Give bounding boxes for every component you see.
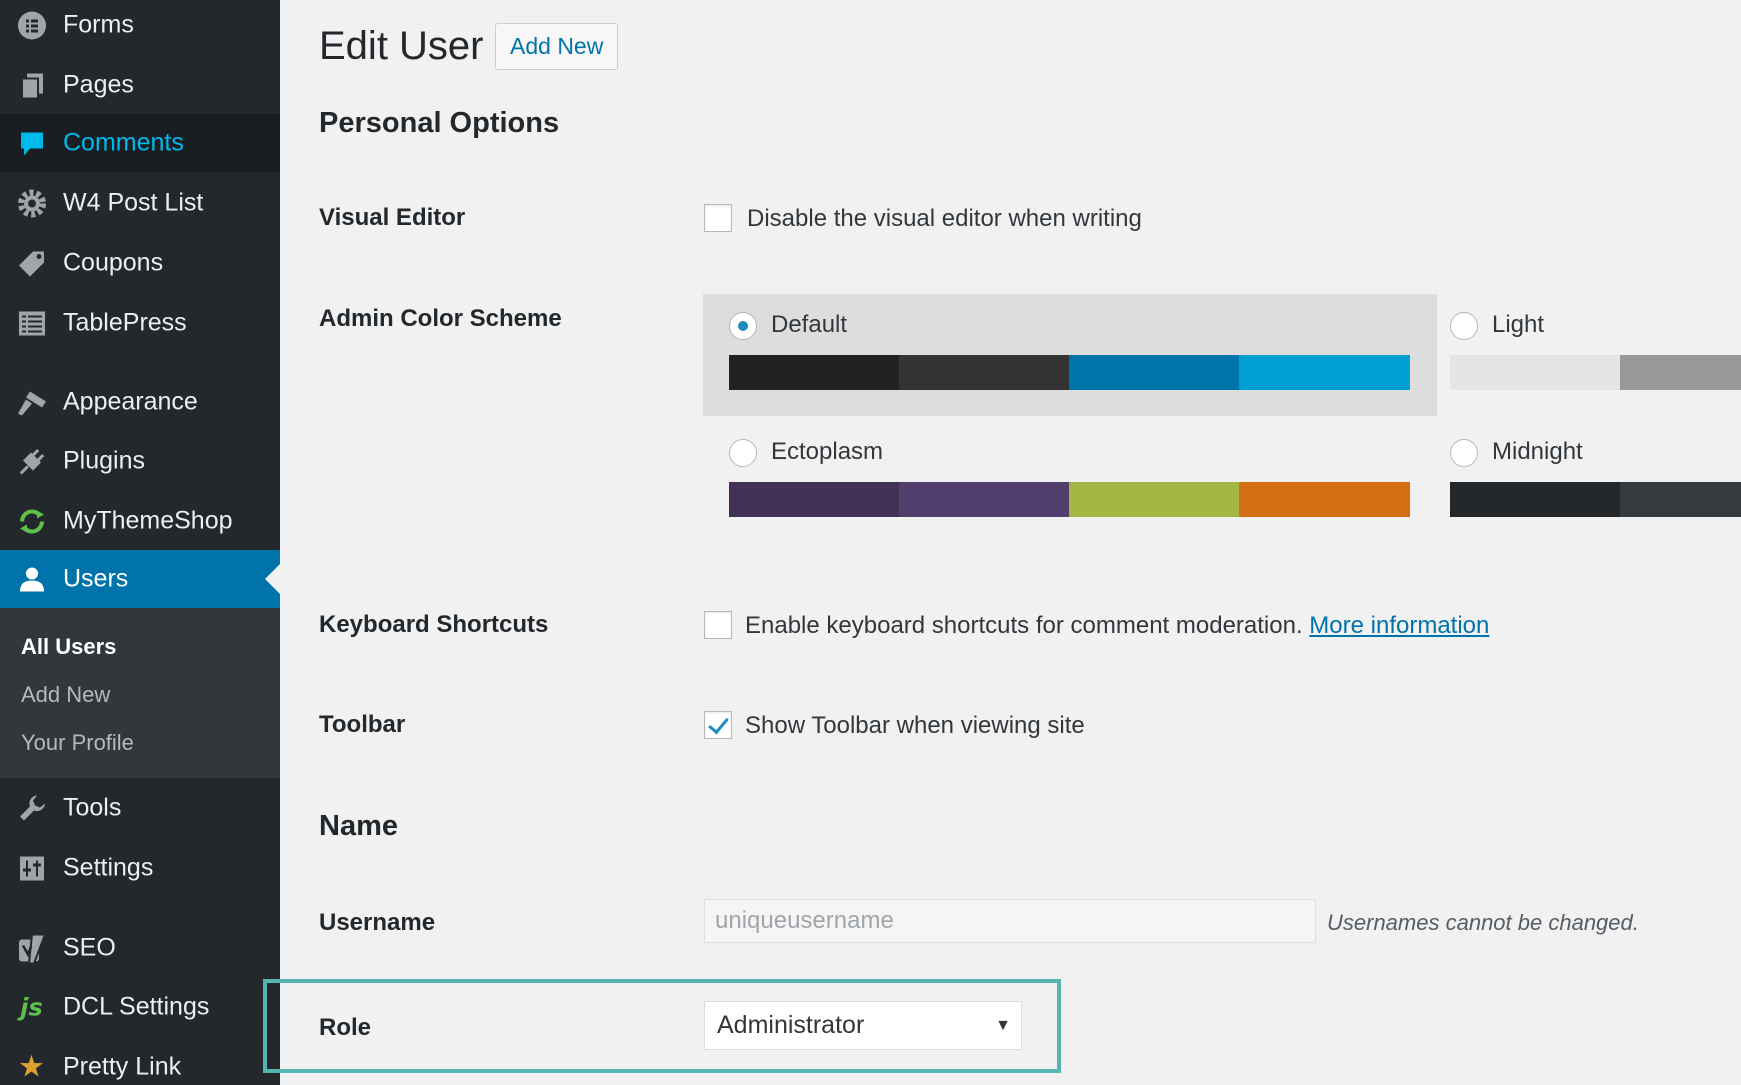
- scheme-name-midnight: Midnight: [1492, 438, 1583, 465]
- submenu-add-new[interactable]: Add New: [21, 682, 110, 708]
- visual-editor-checkbox[interactable]: [704, 204, 732, 232]
- swatch: [1450, 355, 1620, 390]
- scheme-name-ectoplasm: Ectoplasm: [771, 438, 884, 465]
- add-new-button[interactable]: Add New: [495, 23, 619, 70]
- submenu-your-profile[interactable]: Your Profile: [21, 730, 134, 756]
- keyboard-shortcuts-checkbox[interactable]: [704, 611, 732, 639]
- tag-icon: [15, 247, 48, 280]
- swatch: [1450, 482, 1620, 517]
- role-select-value: Administrator: [717, 1011, 865, 1039]
- menu-item-seo[interactable]: SEO: [0, 919, 280, 977]
- menu-item-tools[interactable]: Tools: [0, 779, 280, 837]
- swatch: [729, 355, 899, 390]
- color-scheme-light[interactable]: Light: [1447, 294, 1741, 416]
- default-scheme-swatches: [729, 355, 1410, 390]
- visual-editor-label: Visual Editor: [319, 204, 466, 231]
- username-label: Username: [319, 909, 436, 936]
- menu-item-w4-post-list[interactable]: W4 Post List: [0, 174, 280, 232]
- ectoplasm-scheme-radio[interactable]: [729, 439, 757, 467]
- swatch: [899, 355, 1069, 390]
- users-submenu: All Users Add New Your Profile: [0, 608, 280, 778]
- keyboard-shortcuts-label: Keyboard Shortcuts: [319, 611, 549, 638]
- wrench-icon: [15, 792, 48, 825]
- user-icon: [15, 563, 48, 596]
- more-information-link[interactable]: More information: [1309, 612, 1489, 639]
- swatch: [729, 482, 899, 517]
- menu-item-tablepress[interactable]: TablePress: [0, 294, 280, 352]
- default-scheme-radio[interactable]: [729, 312, 757, 340]
- username-input[interactable]: uniqueusername: [704, 899, 1316, 943]
- yoast-icon: [15, 932, 48, 965]
- toolbar-label: Toolbar: [319, 711, 406, 738]
- swatch: [1239, 355, 1410, 390]
- swatch: [1069, 355, 1239, 390]
- role-select[interactable]: Administrator ▼: [704, 1001, 1022, 1050]
- color-scheme-default[interactable]: Default: [703, 294, 1437, 416]
- page-title: Edit User: [319, 24, 484, 68]
- submenu-all-users[interactable]: All Users: [21, 634, 116, 660]
- settings-icon: [15, 852, 48, 885]
- pages-icon: [15, 69, 48, 102]
- ectoplasm-scheme-swatches: [729, 482, 1410, 517]
- menu-item-coupons[interactable]: Coupons: [0, 234, 280, 292]
- admin-sidebar: Forms Pages Comments W4 Post List Coupon…: [0, 0, 280, 1085]
- menu-item-plugins[interactable]: Plugins: [0, 432, 280, 490]
- swatch: [1620, 482, 1741, 517]
- personal-options-heading: Personal Options: [319, 107, 560, 139]
- color-scheme-midnight[interactable]: Midnight: [1447, 421, 1741, 543]
- menu-item-comments[interactable]: Comments: [0, 114, 280, 172]
- username-note: Usernames cannot be changed.: [1327, 910, 1639, 935]
- refresh-icon: [15, 505, 48, 538]
- js-icon: js: [20, 993, 43, 1021]
- menu-item-pages[interactable]: Pages: [0, 56, 280, 114]
- current-menu-arrow: [265, 564, 280, 594]
- midnight-scheme-swatches: [1450, 482, 1741, 517]
- menu-item-settings[interactable]: Settings: [0, 839, 280, 897]
- chevron-down-icon: ▼: [995, 1017, 1011, 1034]
- swatch: [899, 482, 1069, 517]
- swatch: [1069, 482, 1239, 517]
- paintbrush-icon: [15, 386, 48, 419]
- main-content: Edit User Add New Personal Options Visua…: [263, 0, 1741, 1085]
- midnight-scheme-radio[interactable]: [1450, 439, 1478, 467]
- menu-item-dcl-settings[interactable]: js DCL Settings: [0, 978, 280, 1036]
- plugin-icon: [15, 445, 48, 478]
- scheme-name-default: Default: [771, 311, 848, 338]
- swatch: [1620, 355, 1741, 390]
- keyboard-shortcuts-option-text: Enable keyboard shortcuts for comment mo…: [745, 612, 1303, 639]
- role-label: Role: [319, 1014, 372, 1041]
- scheme-name-light: Light: [1492, 311, 1545, 338]
- menu-item-mythemeshop[interactable]: MyThemeShop: [0, 492, 280, 550]
- menu-item-pretty-link[interactable]: ★ Pretty Link: [0, 1038, 280, 1085]
- toolbar-option-text: Show Toolbar when viewing site: [745, 712, 1085, 739]
- color-scheme-ectoplasm[interactable]: Ectoplasm: [703, 421, 1437, 543]
- forms-icon: [15, 9, 48, 42]
- menu-item-users[interactable]: Users: [0, 550, 280, 608]
- star-icon: ★: [18, 1050, 45, 1084]
- keyboard-shortcuts-option: Enable keyboard shortcuts for comment mo…: [745, 612, 1489, 640]
- color-scheme-label: Admin Color Scheme: [319, 305, 562, 332]
- gear-icon: [15, 187, 48, 220]
- swatch: [1239, 482, 1410, 517]
- visual-editor-option-text: Disable the visual editor when writing: [747, 205, 1142, 232]
- name-heading: Name: [319, 810, 398, 842]
- comments-icon: [15, 127, 48, 160]
- light-scheme-radio[interactable]: [1450, 312, 1478, 340]
- toolbar-checkbox[interactable]: [704, 711, 732, 739]
- table-icon: [15, 307, 48, 340]
- light-scheme-swatches: [1450, 355, 1741, 390]
- menu-item-appearance[interactable]: Appearance: [0, 373, 280, 431]
- menu-item-forms[interactable]: Forms: [0, 0, 280, 54]
